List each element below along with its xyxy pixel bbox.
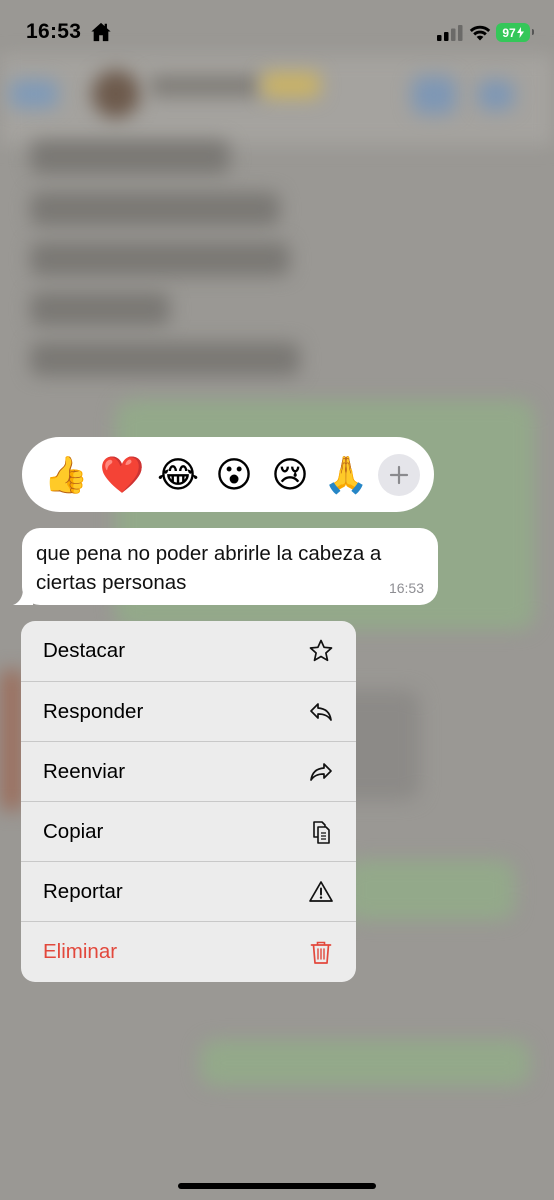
trash-icon — [308, 939, 334, 965]
warning-icon — [308, 879, 334, 905]
status-bar: 16:53 97 — [0, 0, 554, 66]
blurred-header — [0, 55, 554, 145]
menu-item-reenviar[interactable]: Reenviar — [21, 741, 356, 801]
blurred-outgoing-message — [200, 1040, 530, 1086]
wifi-icon — [469, 25, 491, 41]
charging-bolt-icon — [516, 27, 524, 38]
menu-item-label: Copiar — [43, 819, 104, 843]
reaction-praying[interactable]: 🙏 — [318, 447, 374, 503]
menu-item-copiar[interactable]: Copiar — [21, 801, 356, 861]
battery-level: 97 — [502, 25, 516, 40]
bubble-tail — [13, 589, 33, 605]
blurred-message — [30, 292, 170, 326]
menu-item-label: Reenviar — [43, 759, 126, 783]
blurred-back-button — [10, 80, 58, 108]
reaction-surprised[interactable]: 😮 — [206, 447, 262, 503]
reaction-crying[interactable]: 😢 — [262, 447, 318, 503]
message-bubble[interactable]: que pena no poder abrirle la cabeza a ci… — [13, 528, 438, 605]
blurred-message — [30, 342, 300, 376]
blurred-message — [30, 140, 230, 174]
reaction-heart[interactable]: ❤️ — [94, 447, 150, 503]
menu-item-eliminar[interactable]: Eliminar — [21, 921, 356, 981]
menu-item-label: Eliminar — [43, 939, 118, 963]
blurred-message — [30, 242, 290, 276]
plus-icon — [389, 465, 409, 484]
battery-cap — [532, 29, 534, 35]
star-icon — [308, 638, 334, 664]
copy-icon — [308, 819, 334, 845]
blurred-call-icon — [478, 80, 514, 110]
more-reactions-button[interactable] — [378, 453, 420, 496]
menu-item-label: Destacar — [43, 639, 126, 662]
reactions-bar: 👍 ❤️ 😂 😮 😢 🙏 — [22, 437, 434, 512]
reply-icon — [308, 699, 334, 725]
forward-icon — [308, 759, 334, 785]
blurred-video-icon — [412, 76, 456, 114]
reaction-thumbs-up[interactable]: 👍 — [38, 447, 94, 503]
status-time: 16:53 — [26, 20, 82, 43]
signal-icon — [437, 25, 463, 41]
blurred-contact-emoji — [262, 72, 320, 98]
home-indicator — [178, 1183, 376, 1189]
menu-item-reportar[interactable]: Reportar — [21, 861, 356, 921]
blurred-outgoing-message — [345, 860, 515, 920]
home-icon — [91, 22, 111, 42]
menu-item-responder[interactable]: Responder — [21, 681, 356, 741]
menu-item-label: Responder — [43, 699, 144, 723]
blurred-message — [30, 192, 280, 226]
reaction-laughing[interactable]: 😂 — [150, 447, 206, 503]
message-time: 16:53 — [388, 580, 424, 596]
blurred-contact-name — [150, 75, 260, 97]
message-text: que pena no poder abrirle la cabeza a ci… — [36, 542, 382, 594]
message-context-menu: Destacar Responder Reenviar Copiar Repor… — [21, 621, 356, 982]
menu-item-label: Reportar — [43, 879, 123, 903]
blurred-avatar — [92, 70, 140, 118]
battery-icon: 97 — [496, 23, 534, 42]
menu-item-destacar[interactable]: Destacar — [21, 621, 356, 681]
